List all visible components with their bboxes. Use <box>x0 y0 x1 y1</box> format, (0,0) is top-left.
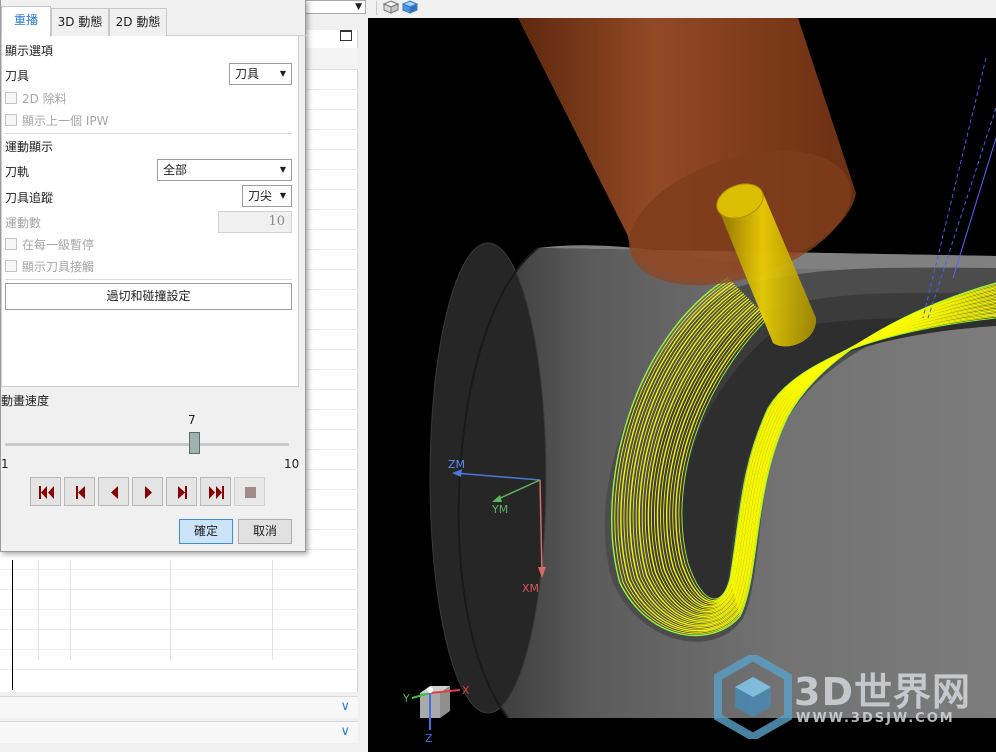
step-back-icon <box>76 486 85 499</box>
triad-y-label: Y <box>402 692 410 705</box>
step-forward-button[interactable] <box>166 477 197 506</box>
animation-speed-slider[interactable] <box>5 443 289 446</box>
toolbar-separator <box>376 1 377 15</box>
checkbox-box <box>5 238 17 250</box>
view-toolbar <box>368 0 996 18</box>
pause-each-level-label: 在每一級暫停 <box>22 238 95 252</box>
checkbox-box <box>5 92 17 104</box>
play-forward-button[interactable] <box>132 477 163 506</box>
chevron-down-icon: ▼ <box>279 69 286 78</box>
step-forward-icon <box>178 486 187 499</box>
motion-count-label: 運動數 <box>5 216 42 230</box>
wireframe-cube-icon[interactable] <box>382 0 400 14</box>
cancel-button[interactable]: 取消 <box>238 519 292 544</box>
watermark-text: 3D世界网 <box>794 670 971 714</box>
table-column-divider <box>38 560 39 660</box>
motion-count-field[interactable]: 10 <box>218 211 292 233</box>
expander-row[interactable]: ∨ <box>0 721 358 743</box>
show-prev-ipw-label: 顯示上一個 IPW <box>22 114 109 128</box>
motion-display-title: 運動顯示 <box>5 140 54 154</box>
tool-dropdown-value: 刀具 <box>235 67 260 81</box>
divider <box>5 133 292 134</box>
watermark: 3D世界网 WWW.3DSJW.COM <box>714 655 984 740</box>
table-column-divider <box>170 560 171 660</box>
tab-strip: 重播 3D 動態 2D 動態 <box>1 0 307 37</box>
toolpath-label: 刀軌 <box>5 165 30 179</box>
tab-3d-dynamic[interactable]: 3D 動態 <box>51 8 109 36</box>
chevron-down-icon: ▼ <box>279 165 286 174</box>
tool-trace-label: 刀具追蹤 <box>5 191 54 205</box>
axis-label-zm: ZM <box>448 458 465 471</box>
table-row[interactable] <box>0 650 358 670</box>
axis-label-xm: XM <box>522 582 539 595</box>
tool-trace-dropdown[interactable]: 刀尖 ▼ <box>242 185 292 207</box>
removal-2d-label: 2D 除料 <box>22 92 67 106</box>
table-row[interactable] <box>0 550 358 570</box>
watermark-url: WWW.3DSJW.COM <box>796 711 955 726</box>
animation-speed-label: 動畫速度 <box>1 394 50 408</box>
table-row[interactable] <box>0 630 358 650</box>
watermark-logo-icon <box>714 655 792 739</box>
graphics-viewport[interactable]: ZM YM XM X Y Z <box>368 18 996 752</box>
chevron-down-icon: ▼ <box>355 2 362 12</box>
play-reverse-icon <box>111 486 118 499</box>
tab-content: 顯示選項 刀具 刀具 ▼ 2D 除料 顯示上一個 IPW 運動顯示 刀軌 全部 … <box>1 36 299 387</box>
table-row[interactable] <box>0 590 358 610</box>
tool-dropdown[interactable]: 刀具 ▼ <box>229 63 292 85</box>
tool-trace-dropdown-value: 刀尖 <box>248 189 273 203</box>
step-backward-button[interactable] <box>64 477 95 506</box>
chevron-down-icon: ∨ <box>340 724 350 739</box>
triad-z-label: Z <box>425 732 433 745</box>
view-triad <box>411 686 461 730</box>
machining-scene: ZM YM XM X Y Z <box>402 18 996 745</box>
play-reverse-button[interactable] <box>98 477 129 506</box>
fast-forward-to-end-button[interactable] <box>200 477 231 506</box>
checkbox-box <box>5 114 17 126</box>
triad-x-label: X <box>462 684 470 697</box>
tree-line <box>12 560 13 690</box>
chevron-down-icon: ▼ <box>279 191 286 200</box>
axis-label-ym: YM <box>491 503 508 516</box>
show-tool-contact-label: 顯示刀具接觸 <box>22 260 95 274</box>
toolpath-dropdown-value: 全部 <box>163 163 188 177</box>
animation-speed-value: 7 <box>188 413 196 427</box>
top-dropdown[interactable]: ▼ <box>300 0 366 14</box>
slider-max-label: 10 <box>284 457 300 471</box>
chevron-down-icon: ∨ <box>340 699 350 714</box>
skip-to-end-icon <box>209 486 224 499</box>
stop-button[interactable] <box>234 477 265 506</box>
divider <box>5 279 292 280</box>
table-row[interactable] <box>0 610 358 630</box>
skip-to-start-icon <box>39 486 54 499</box>
tab-2d-dynamic[interactable]: 2D 動態 <box>109 8 167 36</box>
slider-min-label: 1 <box>1 457 9 471</box>
toolpath-dropdown[interactable]: 全部 ▼ <box>157 159 292 181</box>
table-column-divider <box>272 560 273 660</box>
expander-row[interactable]: ∨ <box>0 696 358 718</box>
table-row[interactable] <box>0 570 358 590</box>
stop-icon <box>245 487 256 498</box>
ok-button[interactable]: 確定 <box>179 519 233 544</box>
rewind-to-start-button[interactable] <box>30 477 61 506</box>
slider-thumb[interactable] <box>189 432 201 454</box>
checkbox-box <box>5 260 17 272</box>
play-icon <box>145 486 152 499</box>
replay-dialog: 重播 3D 動態 2D 動態 顯示選項 刀具 刀具 ▼ 2D 除料 顯示上一個 … <box>0 0 307 552</box>
maximize-icon[interactable] <box>340 30 352 41</box>
tool-label: 刀具 <box>5 69 30 83</box>
tab-replay[interactable]: 重播 <box>1 6 51 37</box>
gouge-collision-settings-button[interactable]: 過切和碰撞設定 <box>5 283 292 310</box>
table-column-divider <box>70 560 71 660</box>
display-options-title: 顯示選項 <box>5 44 54 58</box>
shaded-cube-icon[interactable] <box>401 0 419 14</box>
